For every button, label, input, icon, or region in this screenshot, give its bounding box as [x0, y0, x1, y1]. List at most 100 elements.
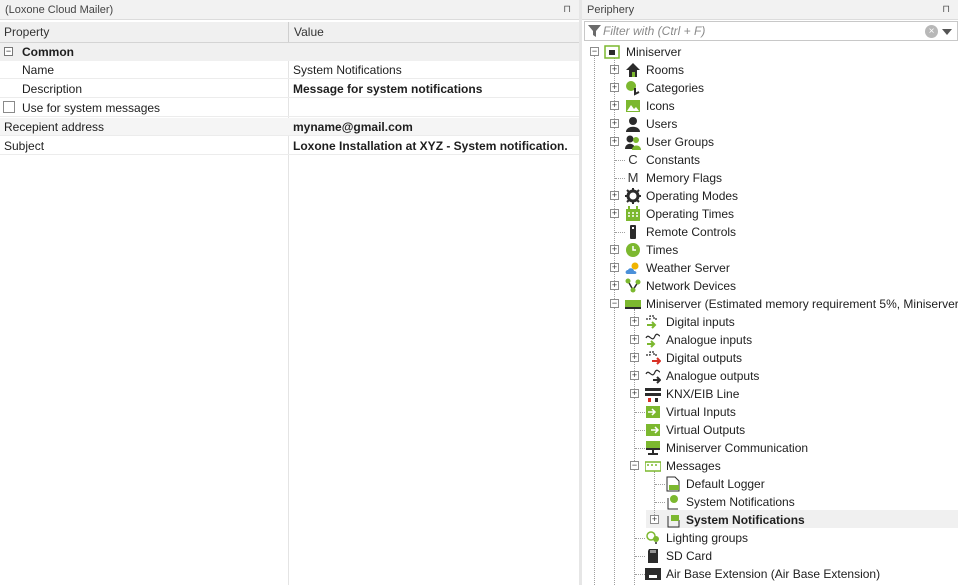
- extension-icon: [645, 568, 661, 580]
- mailer-icon: [667, 515, 680, 528]
- property-key: Use for system messages: [22, 101, 161, 115]
- collapse-icon[interactable]: −: [630, 461, 639, 470]
- tree-node-miniserver-device[interactable]: − Miniserver (Estimated memory requireme…: [582, 295, 958, 313]
- tree-node-memory-flags[interactable]: M Memory Flags: [582, 169, 958, 187]
- tree-node-user-groups[interactable]: + User Groups: [582, 133, 958, 151]
- tree-node-weather-server[interactable]: + Weather Server: [582, 259, 958, 277]
- property-row-use-for-system-messages[interactable]: Use for system messages: [0, 99, 579, 117]
- pin-icon[interactable]: ⊓: [563, 0, 571, 20]
- property-value[interactable]: System Notifications: [293, 61, 402, 79]
- tree-node-air-base-extension[interactable]: Air Base Extension (Air Base Extension): [582, 565, 958, 583]
- tree-label: Miniserver Communication: [666, 441, 809, 455]
- expand-icon[interactable]: +: [630, 335, 639, 344]
- tree-node-messages[interactable]: − Messages: [582, 457, 958, 475]
- expand-icon[interactable]: +: [650, 515, 659, 524]
- memory-flag-icon: M: [627, 170, 639, 185]
- tree-node-digital-inputs[interactable]: + Digital inputs: [582, 313, 958, 331]
- system-messages-checkbox[interactable]: [3, 101, 15, 113]
- property-key: Subject: [4, 139, 45, 153]
- knx-icon: [645, 388, 661, 402]
- expand-icon[interactable]: +: [610, 101, 619, 110]
- tree-label: System Notifications: [686, 495, 795, 509]
- expand-icon[interactable]: +: [630, 317, 639, 326]
- column-header-value[interactable]: Value: [294, 22, 324, 42]
- property-row-name[interactable]: Name System Notifications: [0, 61, 579, 79]
- tree-connector: [635, 448, 645, 449]
- tree-node-times[interactable]: + Times: [582, 241, 958, 259]
- column-separator[interactable]: [288, 22, 289, 42]
- property-value[interactable]: Loxone Installation at XYZ - System noti…: [293, 137, 568, 155]
- tree-node-icons[interactable]: + Icons: [582, 97, 958, 115]
- network-icon: [625, 278, 641, 293]
- tree-label: Analogue inputs: [666, 333, 753, 347]
- tree-node-lighting-groups[interactable]: Lighting groups: [582, 529, 958, 547]
- tree-connector: [615, 178, 625, 179]
- expand-icon[interactable]: +: [610, 83, 619, 92]
- collapse-icon[interactable]: −: [610, 299, 619, 308]
- tree-node-remote-controls[interactable]: Remote Controls: [582, 223, 958, 241]
- expand-icon[interactable]: +: [610, 137, 619, 146]
- tree-node-operating-modes[interactable]: + Operating Modes: [582, 187, 958, 205]
- tree-label: Icons: [646, 99, 675, 113]
- tree-label: Memory Flags: [646, 171, 723, 185]
- tree-node-sd-card[interactable]: SD Card: [582, 547, 958, 565]
- tree-connector: [655, 502, 665, 503]
- tree-label: Remote Controls: [646, 225, 737, 239]
- tree-node-operating-times[interactable]: + Operating Times: [582, 205, 958, 223]
- tree-node-network-devices[interactable]: + Network Devices: [582, 277, 958, 295]
- property-value[interactable]: myname@gmail.com: [293, 118, 413, 136]
- tree-node-users[interactable]: + Users: [582, 115, 958, 133]
- property-row-recepient-address[interactable]: Recepient address myname@gmail.com: [0, 118, 579, 136]
- tree-node-virtual-outputs[interactable]: Virtual Outputs: [582, 421, 958, 439]
- expand-icon[interactable]: +: [630, 389, 639, 398]
- tree-node-categories[interactable]: + Categories: [582, 79, 958, 97]
- tree-node-default-logger[interactable]: Default Logger: [582, 475, 958, 493]
- tree-node-virtual-inputs[interactable]: Virtual Inputs: [582, 403, 958, 421]
- expand-icon[interactable]: +: [610, 191, 619, 200]
- expand-icon[interactable]: +: [610, 65, 619, 74]
- tree-node-miniserver-communication[interactable]: Miniserver Communication: [582, 439, 958, 457]
- property-key: Name: [22, 63, 55, 77]
- expand-icon[interactable]: +: [610, 245, 619, 254]
- analogue-input-icon: [645, 333, 661, 348]
- expand-icon[interactable]: +: [630, 353, 639, 362]
- filter-input[interactable]: [603, 23, 903, 39]
- tree-label: KNX/EIB Line: [666, 387, 740, 401]
- tree-node-analogue-inputs[interactable]: + Analogue inputs: [582, 331, 958, 349]
- category-common[interactable]: − Common: [0, 43, 579, 61]
- expand-icon[interactable]: +: [610, 119, 619, 128]
- tree-connector: [635, 574, 645, 575]
- user-icon: [626, 117, 640, 132]
- property-row-subject[interactable]: Subject Loxone Installation at XYZ - Sys…: [0, 137, 579, 155]
- tree-node-constants[interactable]: C Constants: [582, 151, 958, 169]
- tree-node-knx-eib-line[interactable]: + KNX/EIB Line: [582, 385, 958, 403]
- collapse-icon[interactable]: −: [590, 47, 599, 56]
- tree-node-system-notifications-selected[interactable]: + System Notifications: [582, 511, 958, 529]
- communication-icon: [646, 441, 660, 455]
- tree-node-analogue-outputs[interactable]: + Analogue outputs: [582, 367, 958, 385]
- tree-label: Miniserver: [626, 45, 682, 59]
- logger-icon: [666, 476, 680, 492]
- tree-label: Miniserver (Estimated memory requirement…: [646, 297, 958, 311]
- property-value[interactable]: Message for system notifications: [293, 80, 482, 98]
- expand-icon[interactable]: +: [610, 209, 619, 218]
- tree-node-system-notifications-message[interactable]: System Notifications: [582, 493, 958, 511]
- tree-node-miniserver-root[interactable]: − Miniserver: [582, 43, 958, 61]
- tree-label: Virtual Inputs: [666, 405, 736, 419]
- tree-label: Operating Times: [646, 207, 735, 221]
- pin-icon[interactable]: ⊓: [942, 0, 950, 20]
- property-row-description[interactable]: Description Message for system notificat…: [0, 80, 579, 98]
- column-header-property[interactable]: Property: [4, 22, 49, 42]
- tree-node-digital-outputs[interactable]: + Digital outputs: [582, 349, 958, 367]
- expand-icon[interactable]: +: [610, 263, 619, 272]
- property-grid-header: Property Value: [0, 22, 579, 43]
- expand-icon[interactable]: +: [630, 371, 639, 380]
- tree-label: Constants: [646, 153, 701, 167]
- expand-icon[interactable]: +: [610, 281, 619, 290]
- tree-label: Rooms: [646, 63, 685, 77]
- clear-filter-icon[interactable]: ×: [925, 25, 938, 38]
- tree-connector: [615, 232, 625, 233]
- collapse-icon[interactable]: −: [4, 47, 13, 56]
- chevron-down-icon[interactable]: [942, 29, 952, 35]
- tree-node-rooms[interactable]: + Rooms: [582, 61, 958, 79]
